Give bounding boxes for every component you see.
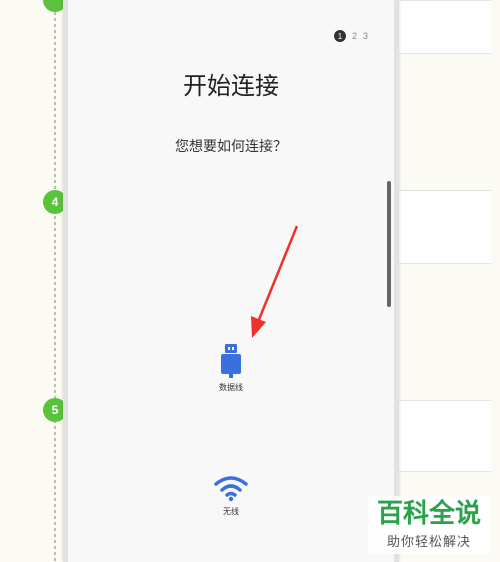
annotation-arrow <box>251 225 299 338</box>
watermark-sub: 助你轻松解决 <box>386 534 471 550</box>
watermark-logo: 百科全说 助你轻松解决 <box>368 496 490 554</box>
watermark-main: 百科全说 <box>376 498 481 529</box>
